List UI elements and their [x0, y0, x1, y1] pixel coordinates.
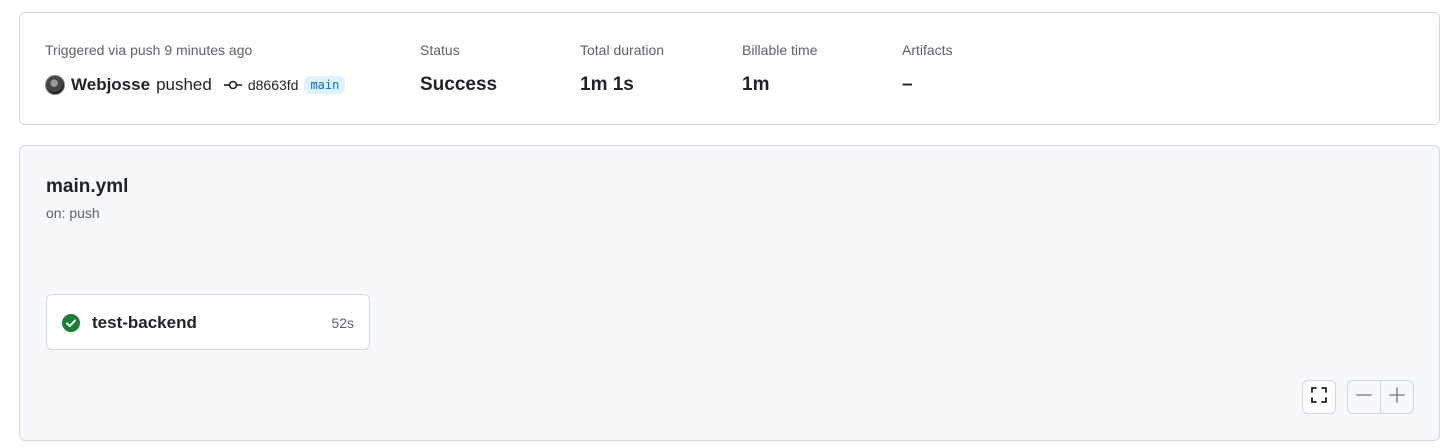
zoom-in-button[interactable]	[1380, 380, 1414, 414]
status-value: Success	[420, 74, 498, 95]
check-circle-icon	[62, 314, 80, 337]
trigger-label: Triggered via push 9 minutes ago	[45, 42, 253, 58]
fullscreen-icon	[1310, 386, 1328, 409]
trigger-column: Triggered via push 9 minutes ago Webjoss…	[45, 42, 346, 97]
run-summary-panel: Triggered via push 9 minutes ago Webjoss…	[19, 12, 1440, 125]
git-commit-icon	[223, 79, 242, 91]
billable-value: 1m	[742, 74, 770, 95]
plus-icon	[1389, 386, 1405, 408]
artifacts-value: –	[902, 74, 913, 95]
artifacts-column: Artifacts –	[902, 42, 953, 96]
job-duration: 52s	[331, 315, 354, 331]
status-column: Status Success	[420, 42, 497, 96]
workflow-name: main.yml	[46, 176, 129, 197]
action-text: pushed	[156, 75, 212, 94]
minus-icon	[1356, 387, 1372, 408]
billable-column: Billable time 1m	[742, 42, 817, 96]
branch-badge[interactable]: main	[304, 76, 346, 94]
workflow-trigger: on: push	[46, 205, 100, 221]
fullscreen-button[interactable]	[1302, 380, 1336, 414]
job-name: test-backend	[92, 313, 197, 332]
status-label: Status	[420, 42, 460, 58]
billable-label: Billable time	[742, 42, 818, 58]
duration-value: 1m 1s	[580, 74, 634, 95]
workflow-graph-panel: main.yml on: push test-backend 52s	[19, 145, 1440, 441]
commit-sha-link[interactable]: d8663fd	[248, 77, 299, 93]
artifacts-label: Artifacts	[902, 42, 953, 58]
zoom-out-button[interactable]	[1347, 380, 1381, 414]
job-card-test-backend[interactable]: test-backend 52s	[46, 294, 370, 350]
duration-label: Total duration	[580, 42, 665, 58]
duration-column: Total duration 1m 1s	[580, 42, 664, 96]
actor-link[interactable]: Webjosse	[71, 75, 150, 95]
trigger-details: Webjosse pushed d8663fd main	[45, 73, 346, 97]
avatar[interactable]	[45, 75, 65, 95]
